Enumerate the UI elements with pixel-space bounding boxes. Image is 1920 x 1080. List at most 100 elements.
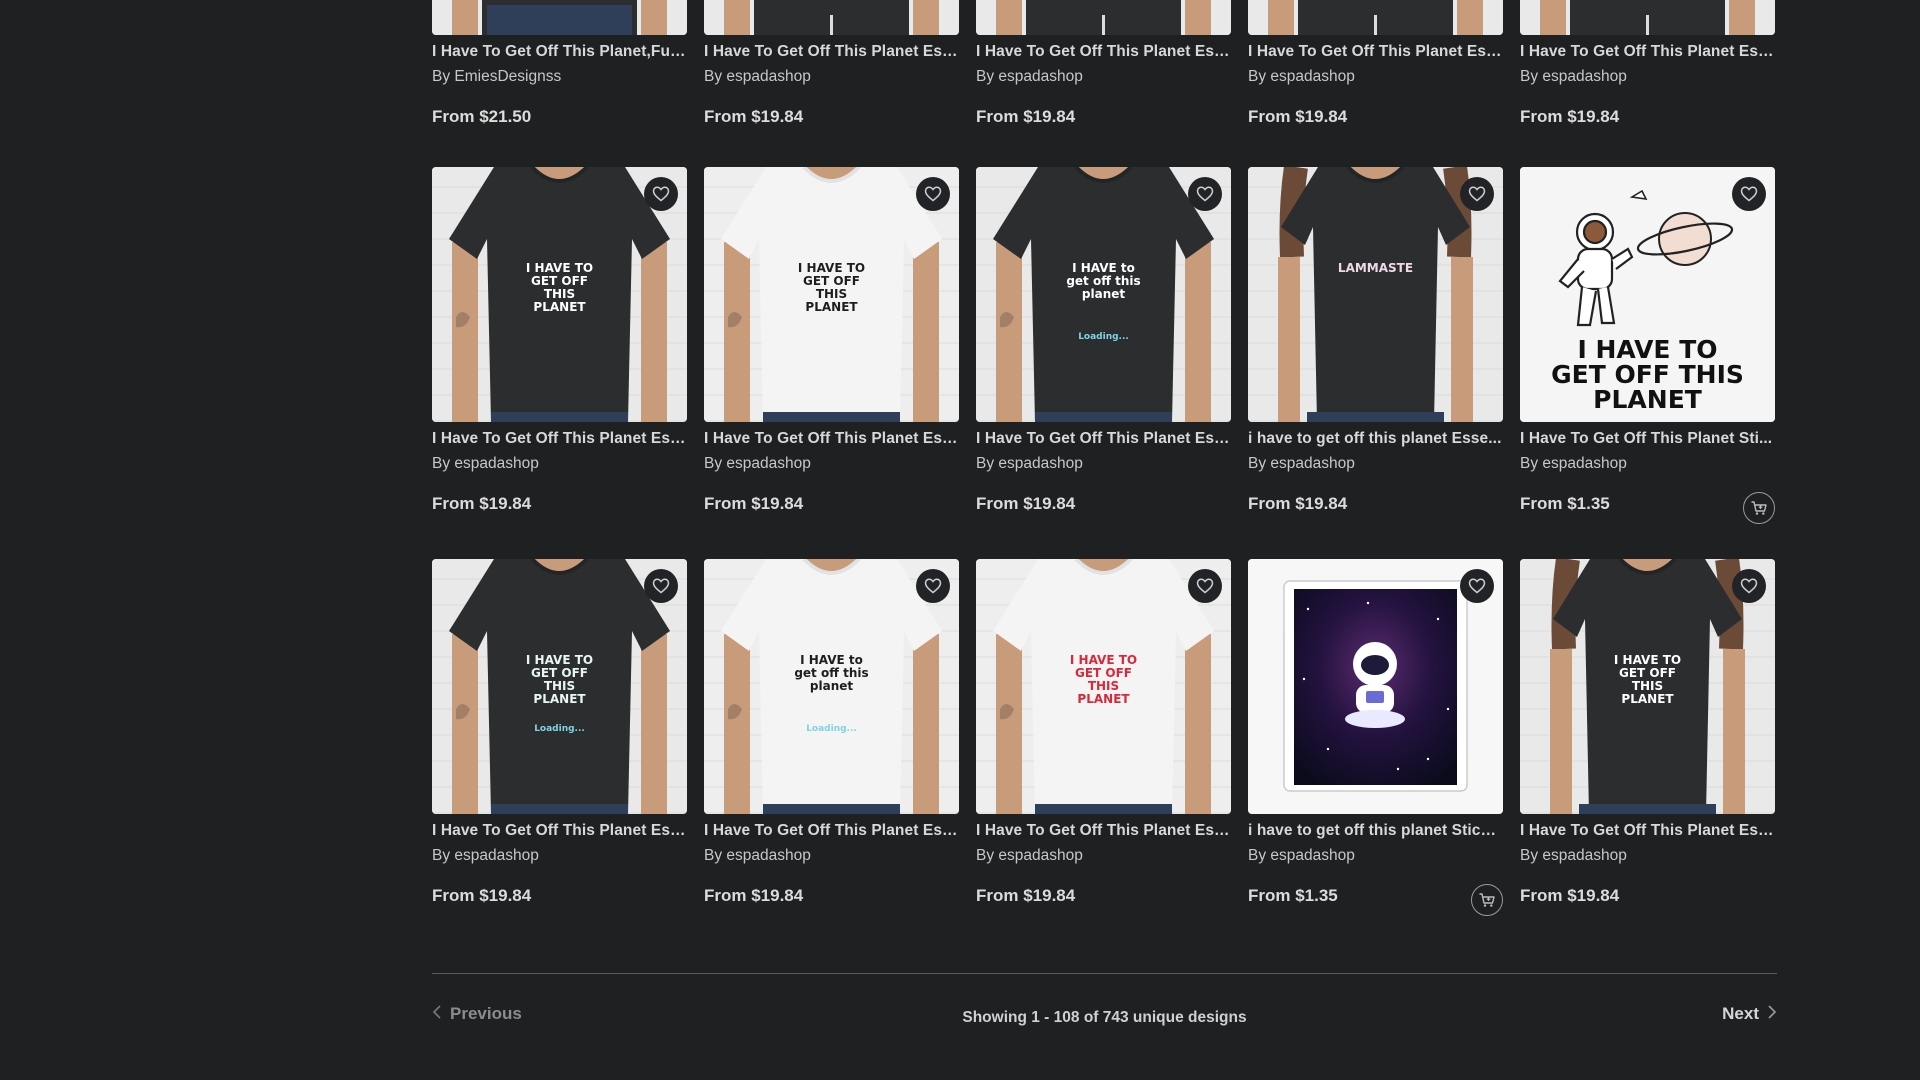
favorite-button[interactable] [1188,569,1222,603]
favorite-button[interactable] [644,177,678,211]
design-text: I HAVE to get off this planet [1066,261,1141,301]
product-price: From $19.84 [1520,886,1620,905]
design-text: I HAVE TO GET OFF THIS PLANET [1551,335,1744,414]
product-title[interactable]: i have to get off this planet Sticker [1248,822,1503,840]
artist-name[interactable]: By espadashop [432,455,539,473]
product-title[interactable]: I Have To Get Off This Planet Ess... [976,430,1231,448]
add-to-cart-button[interactable] [1743,492,1775,524]
product-price: From $19.84 [976,494,1076,513]
product-card[interactable]: I HAVE TO GET OFF THIS PLANET I Have To G… [976,559,1231,944]
artist-name[interactable]: By espadashop [976,455,1083,473]
sticker-image[interactable] [1248,559,1503,814]
product-title[interactable]: I Have To Get Off This Planet Ess... [704,430,959,448]
product-card[interactable]: I HAVE TO GET OFF THIS PLANET I Have To G… [1520,559,1775,944]
next-label: Next [1722,1004,1759,1023]
product-card[interactable]: i have to get off this planet Sticker By … [1248,559,1503,944]
product-title[interactable]: I Have To Get Off This Planet Ess... [1520,43,1775,61]
artist-name[interactable]: By espadashop [976,68,1083,86]
product-title[interactable]: I Have To Get Off This Planet Ess... [704,43,959,61]
artist-name[interactable]: By espadashop [704,455,811,473]
artist-name[interactable]: By espadashop [1248,847,1355,865]
divider [432,973,1777,974]
product-card[interactable]: I Have To Get Off This Planet Ess... By e… [976,0,1231,165]
product-title[interactable]: I Have To Get Off This Planet Ess... [976,43,1231,61]
favorite-button[interactable] [644,569,678,603]
tshirt-image[interactable] [1520,0,1775,35]
product-row: I Have To Get Off This Planet,Fun... By E… [432,0,1777,165]
product-row: I HAVE TO GET OFF THIS PLANET Loading... I… [432,559,1777,944]
favorite-button[interactable] [1732,569,1766,603]
tshirt-image[interactable]: I HAVE to get off this planet Loading... [704,559,959,814]
tshirt-image[interactable]: I HAVE TO GET OFF THIS PLANET [704,167,959,422]
tshirt-image[interactable] [432,0,687,35]
tshirt-image[interactable]: I HAVE TO GET OFF THIS PLANET [1520,559,1775,814]
favorite-button[interactable] [1460,177,1494,211]
favorite-button[interactable] [916,569,950,603]
product-title[interactable]: I Have To Get Off This Planet Ess... [432,822,687,840]
tshirt-image[interactable]: LAMMASTE [1248,167,1503,422]
artist-name[interactable]: By espadashop [704,68,811,86]
product-title[interactable]: I Have To Get Off This Planet,Fun... [432,43,687,61]
artist-name[interactable]: By EmiesDesignss [432,68,561,86]
favorite-button[interactable] [916,177,950,211]
artist-name[interactable]: By espadashop [976,847,1083,865]
favorite-button[interactable] [1188,177,1222,211]
artist-name[interactable]: By espadashop [1248,455,1355,473]
product-card[interactable]: I Have To Get Off This Planet Ess... By e… [704,0,959,165]
search-results-page: I Have To Get Off This Planet,Fun... By E… [0,0,1920,1080]
design-text: I HAVE TO GET OFF THIS PLANET [1069,653,1138,706]
product-title[interactable]: I Have To Get Off This Planet Ess... [1520,822,1775,840]
product-card[interactable]: I HAVE TO GET OFF THIS PLANET I Have To G… [704,167,959,552]
product-title[interactable]: I Have To Get Off This Planet Ess... [1248,43,1503,61]
chevron-right-icon [1767,1004,1777,1024]
tshirt-image[interactable] [976,0,1231,35]
sticker-image[interactable]: I HAVE TO GET OFF THIS PLANET [1520,167,1775,422]
product-price: From $1.35 [1248,886,1338,905]
tshirt-image[interactable]: I HAVE to get off this planet Loading... [976,167,1231,422]
design-subtext: Loading... [1078,332,1129,342]
product-title[interactable]: I Have To Get Off This Planet Ess... [976,822,1231,840]
tshirt-image[interactable] [704,0,959,35]
product-card[interactable]: I HAVE TO GET OFF THIS PLANET I Have To G… [1520,167,1775,552]
product-title[interactable]: I Have To Get Off This Planet Sti... [1520,430,1775,448]
heart-icon [1468,186,1486,202]
design-subtext: Loading... [806,724,857,734]
product-card[interactable]: I Have To Get Off This Planet,Fun... By E… [432,0,687,165]
artist-name[interactable]: By espadashop [1520,68,1627,86]
tshirt-image[interactable]: I HAVE TO GET OFF THIS PLANET [976,559,1231,814]
heart-icon [652,186,670,202]
tshirt-image[interactable] [1248,0,1503,35]
artist-name[interactable]: By espadashop [432,847,539,865]
artist-name[interactable]: By espadashop [704,847,811,865]
tshirt-image[interactable]: I HAVE TO GET OFF THIS PLANET Loading... [432,559,687,814]
product-title[interactable]: i have to get off this planet Esse... [1248,430,1503,448]
product-price: From $19.84 [976,107,1076,126]
product-title[interactable]: I Have To Get Off This Planet Ess... [432,430,687,448]
pagination: Previous Showing 1 - 108 of 743 unique d… [432,1000,1777,1040]
results-count: Showing 1 - 108 of 743 unique designs [962,1009,1247,1026]
artist-name[interactable]: By espadashop [1520,455,1627,473]
product-title[interactable]: I Have To Get Off This Planet Ess... [704,822,959,840]
artist-name[interactable]: By espadashop [1248,68,1355,86]
design-text: I HAVE TO GET OFF THIS PLANET [797,261,866,314]
favorite-button[interactable] [1460,569,1494,603]
product-card[interactable]: I Have To Get Off This Planet Ess... By e… [1520,0,1775,165]
product-price: From $19.84 [704,494,804,513]
product-price: From $19.84 [1248,494,1348,513]
product-card[interactable]: I HAVE TO GET OFF THIS PLANET I Have To G… [432,167,687,552]
add-to-cart-button[interactable] [1471,884,1503,916]
heart-icon [1468,578,1486,594]
product-card[interactable]: I HAVE to get off this planet Loading... I… [976,167,1231,552]
heart-icon [924,578,942,594]
product-row: I HAVE TO GET OFF THIS PLANET I Have To G… [432,167,1777,552]
product-card[interactable]: LAMMASTE i have to get off this planet Es… [1248,167,1503,552]
next-page-button[interactable]: Next [1722,1004,1777,1024]
product-card[interactable]: I HAVE TO GET OFF THIS PLANET Loading... I… [432,559,687,944]
artist-name[interactable]: By espadashop [1520,847,1627,865]
cart-icon [1750,500,1768,516]
favorite-button[interactable] [1732,177,1766,211]
product-card[interactable]: I HAVE to get off this planet Loading... I… [704,559,959,944]
product-price: From $19.84 [1520,107,1620,126]
tshirt-image[interactable]: I HAVE TO GET OFF THIS PLANET [432,167,687,422]
product-card[interactable]: I Have To Get Off This Planet Ess... By e… [1248,0,1503,165]
